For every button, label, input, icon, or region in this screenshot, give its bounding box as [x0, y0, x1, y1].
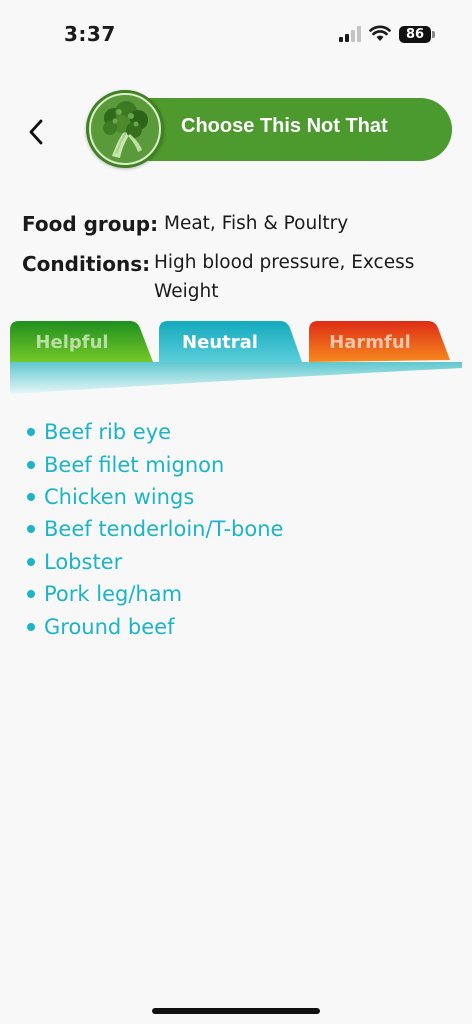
- page-title: Choose This Not That: [181, 115, 388, 137]
- broccoli-icon: [86, 90, 164, 168]
- cellular-signal-icon: [339, 26, 363, 42]
- food-name: Beef filet mignon: [44, 452, 225, 477]
- tab-neutral-label: Neutral: [182, 331, 258, 353]
- conditions-value-line2: Weight: [154, 281, 219, 302]
- chevron-left-icon: [29, 119, 43, 145]
- list-item: Pork leg/ham: [24, 578, 283, 610]
- food-name: Chicken wings: [44, 484, 195, 509]
- tab-helpful-label: Helpful: [35, 331, 109, 353]
- battery-cap: [432, 31, 435, 38]
- wifi-icon: [369, 25, 391, 41]
- screen: 3:37 86 Choose This Not That Food group:…: [0, 0, 472, 1024]
- list-item: Beef filet mignon: [24, 448, 283, 480]
- food-name: Beef tenderloin/T-bone: [44, 517, 284, 542]
- food-name: Lobster: [44, 549, 123, 574]
- food-group-value: Meat, Fish & Poultry: [164, 213, 349, 234]
- list-item: Beef rib eye: [24, 416, 283, 448]
- food-name: Pork leg/ham: [44, 582, 183, 607]
- battery-indicator: 86: [399, 26, 431, 43]
- bullet-icon: [27, 492, 35, 501]
- food-group-label: Food group:: [22, 212, 159, 236]
- tab-harmful[interactable]: Harmful: [310, 321, 430, 363]
- tab-neutral[interactable]: Neutral: [160, 321, 280, 363]
- bullet-icon: [27, 557, 35, 566]
- list-item: Beef tenderloin/T-bone: [24, 513, 283, 545]
- food-group-row: Food group:: [22, 212, 158, 236]
- bullet-icon: [27, 525, 35, 534]
- back-button[interactable]: [18, 112, 54, 152]
- list-item: Chicken wings: [24, 481, 283, 513]
- tab-helpful[interactable]: Helpful: [12, 321, 132, 363]
- status-bar: 3:37 86: [0, 0, 472, 70]
- home-indicator[interactable]: [152, 1008, 320, 1014]
- bullet-icon: [27, 460, 35, 469]
- category-tabs: Helpful Neutral Harmful: [0, 318, 472, 398]
- list-item: Ground beef: [24, 610, 283, 642]
- tab-harmful-label: Harmful: [329, 331, 411, 353]
- status-time: 3:37: [64, 22, 116, 46]
- bullet-icon: [27, 590, 35, 599]
- conditions-label: Conditions:: [22, 252, 151, 276]
- food-name: Ground beef: [44, 614, 175, 639]
- food-list: Beef rib eye Beef filet mignon Chicken w…: [24, 416, 283, 643]
- food-name: Beef rib eye: [44, 420, 172, 445]
- bullet-icon: [27, 428, 35, 437]
- list-item: Lobster: [24, 546, 283, 578]
- conditions-row: Conditions:: [22, 252, 150, 276]
- conditions-value-line1: High blood pressure, Excess: [154, 252, 415, 273]
- bullet-icon: [27, 622, 35, 631]
